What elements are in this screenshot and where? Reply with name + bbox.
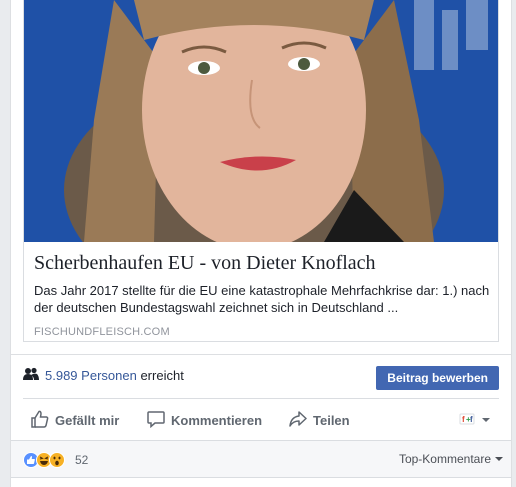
share-label: Teilen — [313, 412, 350, 428]
share-button[interactable]: Teilen — [289, 399, 350, 441]
chevron-down-icon — [481, 413, 497, 428]
comment-bubble-icon — [147, 410, 171, 431]
facebook-post: Scherbenhaufen EU - von Dieter Knoflach … — [10, 0, 512, 487]
link-preview-image[interactable] — [24, 0, 498, 242]
portrait-photo — [24, 0, 498, 242]
reach-suffix: erreicht — [140, 368, 184, 383]
like-label: Gefällt mir — [55, 412, 120, 428]
comment-label: Kommentieren — [171, 412, 263, 428]
link-domain[interactable]: FISCHUNDFLEISCH.COM — [34, 326, 490, 338]
reach-bar: 5.989 Personen erreicht Beitrag bewerben — [11, 354, 511, 398]
share-arrow-icon — [289, 410, 313, 431]
reach-count[interactable]: 5.989 — [45, 368, 78, 383]
people-icon — [23, 367, 39, 386]
reactions-bar: 52 Top-Kommentare — [11, 440, 511, 478]
like-button[interactable]: Gefällt mir — [31, 399, 119, 441]
svg-text:f: f — [470, 415, 473, 424]
reach-persons-link[interactable]: Personen — [81, 368, 137, 383]
reaction-icons[interactable] — [23, 452, 65, 473]
page-avatar-icon: f + f — [459, 412, 481, 429]
thumbs-up-icon — [31, 410, 55, 431]
wow-reaction-icon — [49, 452, 65, 473]
link-preview-card[interactable]: Scherbenhaufen EU - von Dieter Knoflach … — [23, 0, 499, 342]
boost-post-button[interactable]: Beitrag bewerben — [376, 366, 499, 390]
comment-button[interactable]: Kommentieren — [147, 399, 262, 441]
comments-sort-label: Top-Kommentare — [398, 452, 491, 466]
reaction-count[interactable]: 52 — [75, 453, 88, 467]
caret-down-icon — [495, 452, 503, 466]
reach-stats: 5.989 Personen erreicht — [45, 368, 184, 383]
link-title[interactable]: Scherbenhaufen EU - von Dieter Knoflach — [34, 250, 490, 276]
svg-text:f: f — [462, 415, 465, 424]
post-actions: Gefällt mir Kommentieren Teilen f + f — [23, 398, 499, 440]
link-description[interactable]: Das Jahr 2017 stellte für die EU eine ka… — [34, 282, 490, 316]
post-audience-menu[interactable]: f + f — [459, 399, 499, 441]
comments-sort-dropdown[interactable]: Top-Kommentare — [399, 452, 503, 466]
